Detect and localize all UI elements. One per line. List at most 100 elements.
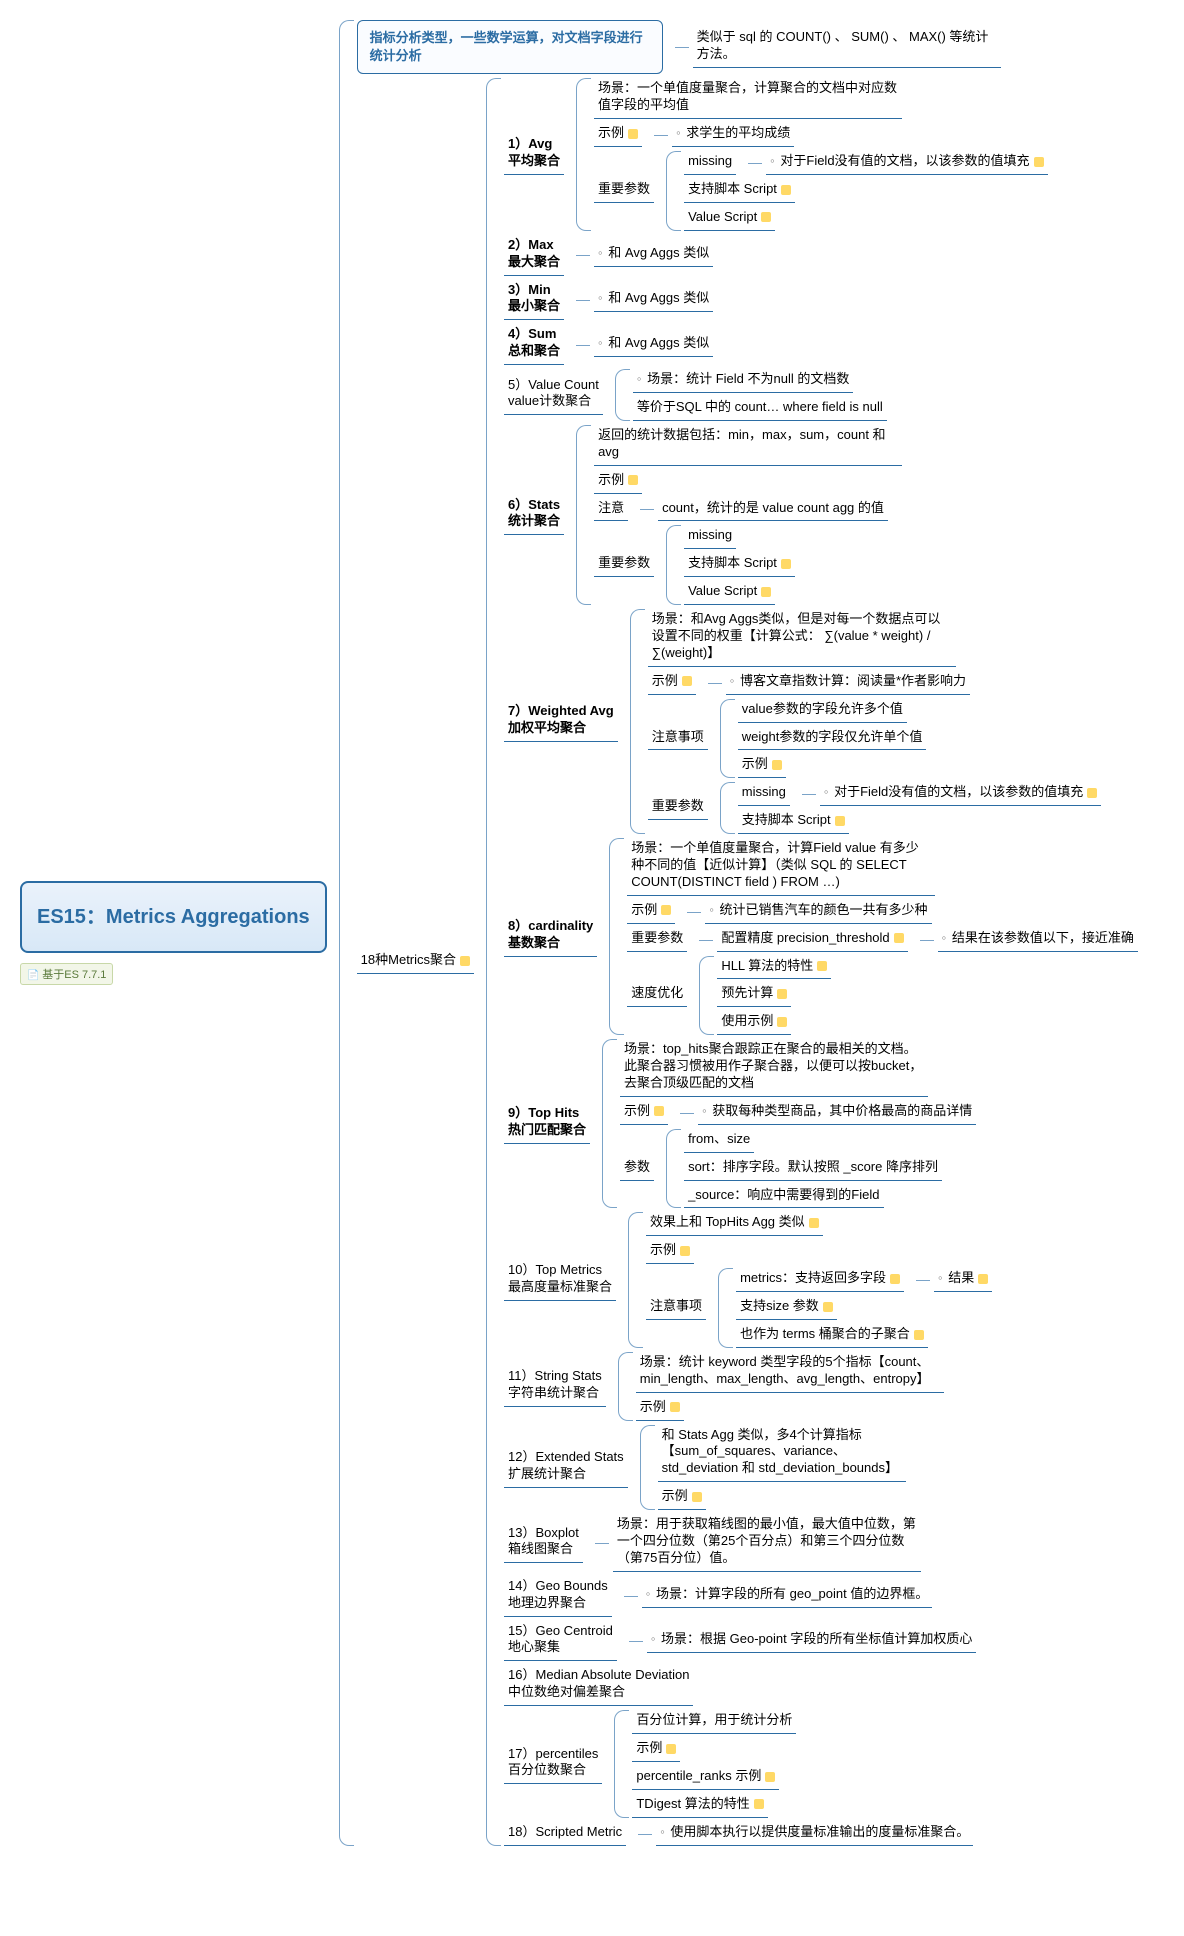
m2-desc: 和 Avg Aggs 类似 — [594, 243, 713, 267]
m8-s3: 使用示例 — [717, 1011, 791, 1035]
m13-title[interactable]: 13）Boxplot 箱线图聚合 — [504, 1523, 583, 1564]
m17-title[interactable]: 17）percentiles 百分位数聚合 — [504, 1744, 602, 1785]
m10-n1: metrics：支持返回多字段 — [736, 1268, 904, 1292]
m8-ex-label: 示例 — [627, 900, 675, 924]
m15-title[interactable]: 15）Geo Centroid 地心聚集 — [504, 1621, 617, 1662]
m17-d2: 示例 — [632, 1738, 680, 1762]
m5-d2: 等价于SQL 中的 count… where field is null — [633, 397, 887, 421]
m8-ex: 统计已销售汽车的颜色一共有多少种 — [705, 900, 931, 924]
m7-title[interactable]: 7）Weighted Avg 加权平均聚合 — [504, 701, 618, 742]
pin-icon — [1087, 788, 1097, 798]
m11-row: 11）String Stats 字符串统计聚合 场景：统计 keyword 类型… — [504, 1352, 1138, 1421]
branch-2-title[interactable]: 18种Metrics聚合 — [357, 950, 474, 974]
m9-title[interactable]: 9）Top Hits 热门匹配聚合 — [504, 1103, 590, 1144]
m7-p-label: 重要参数 — [648, 796, 708, 820]
m9-p3: _source：响应中需要得到的Field — [684, 1185, 883, 1209]
m4-title[interactable]: 4）Sum 总和聚合 — [504, 324, 564, 365]
root-children: 指标分析类型，一些数学运算，对文档字段进行统计分析 类似于 sql 的 COUN… — [357, 20, 1138, 1846]
m8-scene: 场景：一个单值度量聚合，计算Field value 有多少种不同的值【近似计算】… — [627, 838, 935, 896]
m12-ex: 示例 — [658, 1486, 706, 1510]
pin-icon — [781, 559, 791, 569]
m10-title[interactable]: 10）Top Metrics 最高度量标准聚合 — [504, 1260, 616, 1301]
pin-icon — [809, 1218, 819, 1228]
pin-icon — [666, 1744, 676, 1754]
metrics-children: 1）Avg 平均聚合 场景：一个单值度量聚合，计算聚合的文档中对应数值字段的平均… — [504, 78, 1138, 1845]
pin-icon — [661, 905, 671, 915]
root-column: ES15：Metrics Aggregations 基于ES 7.7.1 — [20, 881, 327, 985]
m5-d1: 场景：统计 Field 不为null 的文档数 — [633, 369, 853, 393]
m9-ex: 获取每种类型商品，其中价格最高的商品详情 — [698, 1101, 976, 1125]
m6-p2: 支持脚本 Script — [684, 553, 795, 577]
m14-row: 14）Geo Bounds 地理边界聚合 场景：计算字段的所有 geo_poin… — [504, 1576, 1138, 1617]
m11-title[interactable]: 11）String Stats 字符串统计聚合 — [504, 1366, 606, 1407]
m1-p-label: 重要参数 — [594, 179, 654, 203]
m18-row: 18）Scripted Metric 使用脚本执行以提供度量标准输出的度量标准聚… — [504, 1822, 1138, 1846]
m18-d1: 使用脚本执行以提供度量标准输出的度量标准聚合。 — [656, 1822, 973, 1846]
pin-icon — [628, 129, 638, 139]
pin-icon — [772, 760, 782, 770]
m1-row: 1）Avg 平均聚合 场景：一个单值度量聚合，计算聚合的文档中对应数值字段的平均… — [504, 78, 1138, 230]
m1-p1d: 对于Field没有值的文档，以该参数的值填充 — [766, 151, 1047, 175]
pin-icon — [761, 212, 771, 222]
pin-icon — [781, 185, 791, 195]
m5-row: 5）Value Count value计数聚合 场景：统计 Field 不为nu… — [504, 369, 1138, 421]
m3-desc: 和 Avg Aggs 类似 — [594, 288, 713, 312]
m2-row: 2）Max 最大聚合 和 Avg Aggs 类似 — [504, 235, 1138, 276]
m9-p-label: 参数 — [620, 1157, 654, 1181]
m7-ex: 博客文章指数计算：阅读量*作者影响力 — [726, 671, 970, 695]
m6-title[interactable]: 6）Stats 统计聚合 — [504, 495, 564, 536]
root-node[interactable]: ES15：Metrics Aggregations — [20, 881, 327, 953]
m7-n1: value参数的字段允许多个值 — [738, 699, 907, 723]
m9-p2: sort：排序字段。默认按照 _score 降序排列 — [684, 1157, 942, 1181]
mindmap-root-row: ES15：Metrics Aggregations 基于ES 7.7.1 指标分… — [20, 20, 1164, 1846]
m7-n3: 示例 — [738, 754, 786, 778]
pin-icon — [754, 1799, 764, 1809]
m8-row: 8）cardinality 基数聚合 场景：一个单值度量聚合，计算Field v… — [504, 838, 1138, 1035]
m12-title[interactable]: 12）Extended Stats 扩展统计聚合 — [504, 1447, 628, 1488]
m6-d1: 返回的统计数据包括：min，max，sum，count 和 avg — [594, 425, 902, 466]
m3-title[interactable]: 3）Min 最小聚合 — [504, 280, 564, 321]
pin-icon — [817, 961, 827, 971]
pin-icon — [894, 933, 904, 943]
branch-1-desc: 类似于 sql 的 COUNT() 、 SUM() 、 MAX() 等统计方法。 — [693, 27, 1001, 68]
m6-p3: Value Script — [684, 581, 775, 605]
m5-title[interactable]: 5）Value Count value计数聚合 — [504, 375, 603, 416]
m17-row: 17）percentiles 百分位数聚合 百分位计算，用于统计分析 示例 pe… — [504, 1710, 1138, 1818]
m10-n1r: 结果 — [934, 1268, 992, 1292]
m2-title[interactable]: 2）Max 最大聚合 — [504, 235, 564, 276]
m7-p2: 支持脚本 Script — [738, 810, 849, 834]
m7-p1: missing — [738, 782, 790, 806]
m8-s1: HLL 算法的特性 — [717, 956, 831, 980]
m4-row: 4）Sum 总和聚合 和 Avg Aggs 类似 — [504, 324, 1138, 365]
m12-d1: 和 Stats Agg 类似，多4个计算指标【sum_of_squares、va… — [658, 1425, 906, 1483]
m13-d1: 场景：用于获取箱线图的最小值，最大值中位数，第一个四分位数（第25个百分点）和第… — [613, 1514, 921, 1572]
m9-ex-label: 示例 — [620, 1101, 668, 1125]
m16-title[interactable]: 16）Median Absolute Deviation 中位数绝对偏差聚合 — [504, 1665, 693, 1706]
m14-title[interactable]: 14）Geo Bounds 地理边界聚合 — [504, 1576, 612, 1617]
m14-d1: 场景：计算字段的所有 geo_point 值的边界框。 — [642, 1584, 933, 1608]
m1-scene: 场景：一个单值度量聚合，计算聚合的文档中对应数值字段的平均值 — [594, 78, 902, 119]
m8-s-label: 速度优化 — [627, 983, 687, 1007]
m7-p1d: 对于Field没有值的文档，以该参数的值填充 — [820, 782, 1101, 806]
m13-row: 13）Boxplot 箱线图聚合 场景：用于获取箱线图的最小值，最大值中位数，第… — [504, 1514, 1138, 1572]
pin-icon — [680, 1246, 690, 1256]
m6-p-label: 重要参数 — [594, 553, 654, 577]
m10-n3: 也作为 terms 桶聚合的子聚合 — [736, 1324, 928, 1348]
m10-row: 10）Top Metrics 最高度量标准聚合 效果上和 TopHits Agg… — [504, 1212, 1138, 1347]
m1-children: 场景：一个单值度量聚合，计算聚合的文档中对应数值字段的平均值 示例 求学生的平均… — [594, 78, 1048, 230]
m12-row: 12）Extended Stats 扩展统计聚合 和 Stats Agg 类似，… — [504, 1425, 1138, 1511]
m11-ex: 示例 — [636, 1397, 684, 1421]
m8-title[interactable]: 8）cardinality 基数聚合 — [504, 916, 597, 957]
m17-d3: percentile_ranks 示例 — [632, 1766, 779, 1790]
m8-p1: 配置精度 precision_threshold — [717, 928, 907, 952]
m11-d1: 场景：统计 keyword 类型字段的5个指标【count、min_length… — [636, 1352, 944, 1393]
branch-1-title[interactable]: 指标分析类型，一些数学运算，对文档字段进行统计分析 — [357, 20, 663, 74]
m3-row: 3）Min 最小聚合 和 Avg Aggs 类似 — [504, 280, 1138, 321]
m7-n2: weight参数的字段仅允许单个值 — [738, 727, 927, 751]
m18-title[interactable]: 18）Scripted Metric — [504, 1822, 626, 1846]
m1-title[interactable]: 1）Avg 平均聚合 — [504, 134, 564, 175]
pin-icon — [765, 1772, 775, 1782]
m17-d1: 百分位计算，用于统计分析 — [632, 1710, 796, 1734]
m7-row: 7）Weighted Avg 加权平均聚合 场景：和Avg Aggs类似，但是对… — [504, 609, 1138, 834]
m4-desc: 和 Avg Aggs 类似 — [594, 333, 713, 357]
